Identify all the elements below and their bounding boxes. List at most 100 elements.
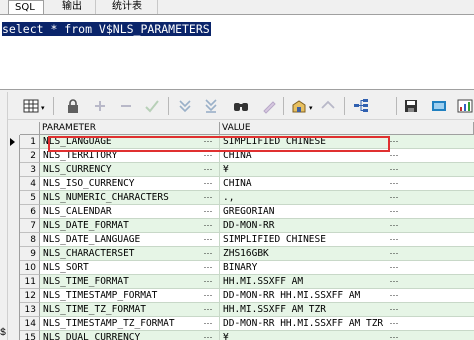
ellipsis-button[interactable]: ··· [386, 177, 402, 191]
chart-icon[interactable] [456, 97, 474, 115]
value-cell[interactable]: HH.MI.SSXFF AM TZR [220, 303, 474, 317]
sql-text[interactable]: select * from V$NLS_PARAMETERS [2, 22, 211, 36]
lock-icon[interactable] [64, 97, 82, 115]
last-page-icon[interactable] [202, 97, 220, 115]
ellipsis-button[interactable]: ··· [386, 303, 402, 317]
ellipsis-button[interactable]: ··· [200, 261, 216, 275]
tab-statistics[interactable]: 统计表 [106, 0, 158, 14]
sql-editor[interactable]: select * from V$NLS_PARAMETERS [0, 14, 474, 90]
parameter-cell[interactable]: NLS_CHARACTERSET [40, 247, 220, 261]
table-row[interactable]: 9 NLS_CHARACTERSET ··· ZHS16GBK ··· [20, 247, 474, 261]
parameter-cell[interactable]: NLS_TERRITORY [40, 149, 220, 163]
ellipsis-button[interactable]: ··· [386, 191, 402, 205]
parameter-cell[interactable]: NLS_LANGUAGE [40, 135, 220, 149]
value-cell[interactable]: CHINA [220, 149, 474, 163]
parameter-cell[interactable]: NLS_TIME_FORMAT [40, 275, 220, 289]
value-cell[interactable]: ¥ [220, 331, 474, 340]
table-row[interactable]: 2 NLS_TERRITORY ··· CHINA ··· [20, 149, 474, 163]
ellipsis-button[interactable]: ··· [386, 233, 402, 247]
table-row[interactable]: 14 NLS_TIMESTAMP_TZ_FORMAT ··· DD-MON-RR HH… [20, 317, 474, 331]
ellipsis-button[interactable]: ··· [386, 149, 402, 163]
tab-sql[interactable]: SQL [8, 0, 44, 14]
ellipsis-button[interactable]: ··· [200, 191, 216, 205]
ellipsis-button[interactable]: ··· [200, 289, 216, 303]
table-row[interactable]: 10 NLS_SORT ··· BINARY ··· [20, 261, 474, 275]
ellipsis-button[interactable]: ··· [200, 331, 216, 340]
tab-output[interactable]: 输出 [56, 0, 96, 14]
print-icon[interactable] [430, 97, 448, 115]
ellipsis-button[interactable]: ··· [200, 163, 216, 177]
ellipsis-button[interactable]: ··· [386, 261, 402, 275]
find-icon[interactable] [232, 97, 250, 115]
parameter-cell[interactable]: NLS_TIMESTAMP_TZ_FORMAT [40, 317, 220, 331]
parameter-cell[interactable]: NLS_ISO_CURRENCY [40, 177, 220, 191]
ellipsis-button[interactable]: ··· [386, 317, 402, 331]
ellipsis-button[interactable]: ··· [200, 219, 216, 233]
ellipsis-button[interactable]: ··· [386, 135, 402, 149]
parameter-cell[interactable]: NLS_TIME_TZ_FORMAT [40, 303, 220, 317]
table-row[interactable]: 7 NLS_DATE_FORMAT ··· DD-MON-RR ··· [20, 219, 474, 233]
ellipsis-button[interactable]: ··· [200, 275, 216, 289]
ellipsis-button[interactable]: ··· [386, 331, 402, 340]
value-cell[interactable]: SIMPLIFIED CHINESE [220, 233, 474, 247]
ellipsis-button[interactable]: ··· [200, 177, 216, 191]
report-icon[interactable] [319, 97, 337, 115]
ellipsis-button[interactable]: ··· [200, 149, 216, 163]
chevron-down-icon[interactable]: ▾ [41, 104, 45, 112]
value-cell[interactable]: SIMPLIFIED CHINESE [220, 135, 474, 149]
ellipsis-button[interactable]: ··· [386, 205, 402, 219]
query-tree-icon[interactable] [352, 97, 370, 115]
value-cell[interactable]: BINARY [220, 261, 474, 275]
ellipsis-button[interactable]: ··· [200, 205, 216, 219]
table-row[interactable]: 6 NLS_CALENDAR ··· GREGORIAN ··· [20, 205, 474, 219]
save-icon[interactable] [402, 97, 420, 115]
table-row[interactable]: 1 NLS_LANGUAGE ··· SIMPLIFIED CHINESE ··· [20, 135, 474, 149]
value-cell[interactable]: ZHS16GBK [220, 247, 474, 261]
ellipsis-button[interactable]: ··· [386, 275, 402, 289]
value-cell[interactable]: HH.MI.SSXFF AM [220, 275, 474, 289]
table-row[interactable]: 15 NLS_DUAL_CURRENCY ··· ¥ ··· [20, 331, 474, 340]
table-row[interactable]: 3 NLS_CURRENCY ··· ¥ ··· [20, 163, 474, 177]
parameter-cell[interactable]: NLS_NUMERIC_CHARACTERS [40, 191, 220, 205]
grid-icon[interactable] [22, 97, 40, 115]
value-cell[interactable]: DD-MON-RR HH.MI.SSXFF AM [220, 289, 474, 303]
delete-row-icon[interactable] [117, 97, 135, 115]
next-page-icon[interactable] [176, 97, 194, 115]
table-row[interactable]: 8 NLS_DATE_LANGUAGE ··· SIMPLIFIED CHINESE ·… [20, 233, 474, 247]
ellipsis-button[interactable]: ··· [200, 135, 216, 149]
column-header-parameter[interactable]: PARAMETER [40, 122, 220, 135]
ellipsis-button[interactable]: ··· [200, 303, 216, 317]
ellipsis-button[interactable]: ··· [386, 163, 402, 177]
value-cell[interactable]: DD-MON-RR [220, 219, 474, 233]
table-row[interactable]: 13 NLS_TIME_TZ_FORMAT ··· HH.MI.SSXFF AM TZ… [20, 303, 474, 317]
ellipsis-button[interactable]: ··· [386, 219, 402, 233]
value-cell[interactable]: ., [220, 191, 474, 205]
parameter-cell[interactable]: NLS_DUAL_CURRENCY [40, 331, 220, 340]
value-cell[interactable]: ¥ [220, 163, 474, 177]
clear-icon[interactable] [260, 97, 278, 115]
export-icon[interactable] [290, 97, 308, 115]
parameter-cell[interactable]: NLS_CALENDAR [40, 205, 220, 219]
table-row[interactable]: 5 NLS_NUMERIC_CHARACTERS ···., ··· [20, 191, 474, 205]
ellipsis-button[interactable]: ··· [200, 247, 216, 261]
column-header-value[interactable]: VALUE [220, 122, 474, 135]
parameter-cell[interactable]: NLS_DATE_FORMAT [40, 219, 220, 233]
parameter-cell[interactable]: NLS_DATE_LANGUAGE [40, 233, 220, 247]
parameter-cell[interactable]: NLS_SORT [40, 261, 220, 275]
table-row[interactable]: 12 NLS_TIMESTAMP_FORMAT ··· DD-MON-RR HH.MI… [20, 289, 474, 303]
ellipsis-button[interactable]: ··· [386, 289, 402, 303]
parameter-cell[interactable]: NLS_TIMESTAMP_FORMAT [40, 289, 220, 303]
ellipsis-button[interactable]: ··· [386, 247, 402, 261]
chevron-down-icon[interactable]: ▾ [309, 104, 313, 112]
value-cell[interactable]: DD-MON-RR HH.MI.SSXFF AM TZR [220, 317, 474, 331]
add-row-icon[interactable] [91, 97, 109, 115]
table-row[interactable]: 11 NLS_TIME_FORMAT ··· HH.MI.SSXFF AM ··· [20, 275, 474, 289]
post-icon[interactable] [143, 97, 161, 115]
ellipsis-button[interactable]: ··· [200, 233, 216, 247]
value-cell[interactable]: GREGORIAN [220, 205, 474, 219]
ellipsis-button[interactable]: ··· [200, 317, 216, 331]
result-grid[interactable]: PARAMETER VALUE 1 NLS_LANGUAGE ··· SIMPLIFI… [20, 122, 474, 340]
table-row[interactable]: 4 NLS_ISO_CURRENCY ··· CHINA ··· [20, 177, 474, 191]
parameter-cell[interactable]: NLS_CURRENCY [40, 163, 220, 177]
value-cell[interactable]: CHINA [220, 177, 474, 191]
